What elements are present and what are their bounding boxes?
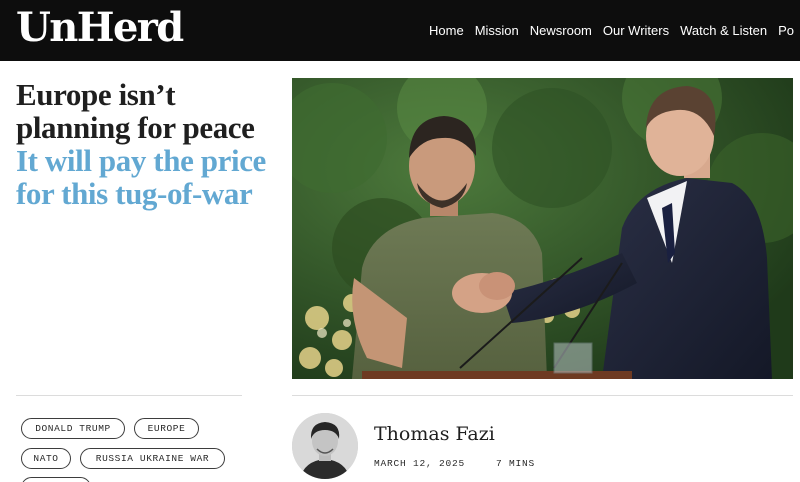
site-logo[interactable]: UnHerd [16, 4, 184, 52]
nav-item-home[interactable]: Home [429, 22, 464, 40]
nav-item-our-writers[interactable]: Our Writers [603, 22, 669, 40]
article-subtitle: It will pay the price for this tug-of-wa… [16, 143, 266, 211]
tag-more[interactable] [21, 477, 91, 482]
hero-image [292, 78, 793, 379]
tag-donald-trump[interactable]: DONALD TRUMP [21, 418, 125, 439]
article-headline: Europe isn’t planning for peace It will … [16, 78, 266, 210]
right-divider [292, 395, 793, 396]
publish-date: MARCH 12, 2025 [374, 458, 466, 469]
top-nav-bar: UnHerd Home Mission Newsroom Our Writers… [0, 0, 800, 61]
author-avatar[interactable] [292, 413, 358, 479]
nav-item-truncated[interactable]: Po [778, 22, 794, 40]
left-divider [16, 395, 242, 396]
author-name[interactable]: Thomas Fazi [374, 421, 495, 447]
nav-item-mission[interactable]: Mission [475, 22, 519, 40]
tag-nato[interactable]: NATO [21, 448, 71, 469]
author-photo-icon [292, 413, 358, 479]
tag-europe[interactable]: EUROPE [134, 418, 199, 439]
nav-item-watch-listen[interactable]: Watch & Listen [680, 22, 767, 40]
main-nav: Home Mission Newsroom Our Writers Watch … [429, 22, 800, 40]
read-time: 7 MINS [496, 458, 536, 469]
article-title: Europe isn’t planning for peace [16, 77, 255, 145]
tag-russia-ukraine-war[interactable]: RUSSIA UKRAINE WAR [80, 448, 225, 469]
nav-item-newsroom[interactable]: Newsroom [530, 22, 592, 40]
